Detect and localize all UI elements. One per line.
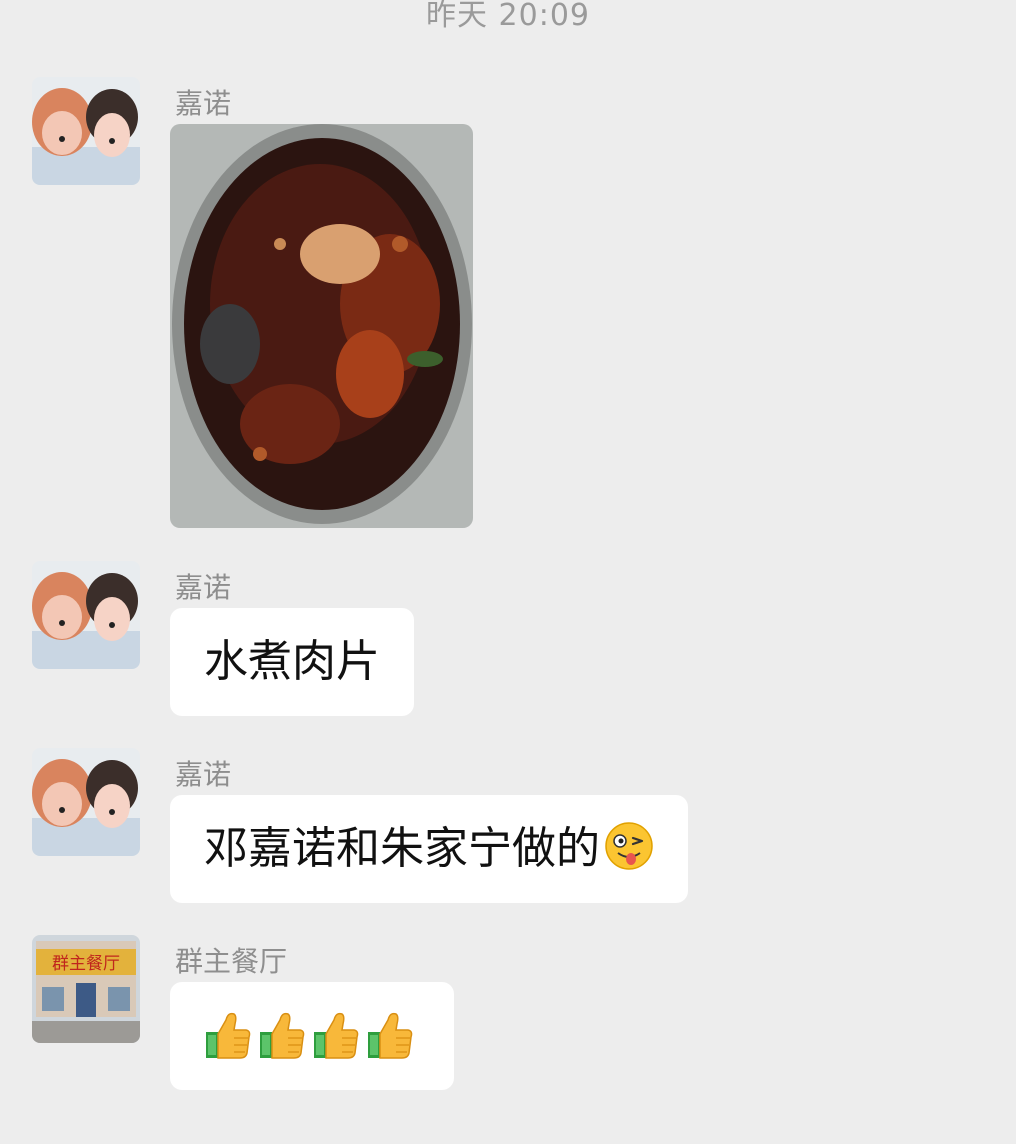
sender-name: 群主餐厅: [175, 945, 288, 978]
message-bubble[interactable]: [170, 982, 454, 1090]
thumbs-up-icon: [206, 1012, 251, 1059]
message-text: 水煮肉片: [204, 636, 380, 687]
thumbs-up-icon: [314, 1012, 359, 1059]
avatar[interactable]: 群主餐厅: [32, 935, 140, 1043]
thumbs-up-row: [204, 1010, 420, 1061]
avatar[interactable]: [32, 748, 140, 856]
chat-image-hotpot[interactable]: [170, 124, 473, 528]
avatar[interactable]: [32, 77, 140, 185]
chat-timestamp: 昨天 20:09: [426, 0, 590, 33]
sender-name: 嘉诺: [175, 758, 232, 791]
sender-name: 嘉诺: [175, 87, 232, 120]
wink-tongue-emoji-icon: [605, 822, 653, 870]
thumbs-up-icon: [368, 1012, 413, 1059]
message-bubble[interactable]: 邓嘉诺和朱家宁做的: [170, 795, 688, 903]
restaurant-sign-text: 群主餐厅: [52, 954, 120, 974]
message-bubble[interactable]: 水煮肉片: [170, 608, 414, 716]
message-text: 邓嘉诺和朱家宁做的: [204, 823, 600, 874]
avatar[interactable]: [32, 561, 140, 669]
sender-name: 嘉诺: [175, 571, 232, 604]
thumbs-up-icon: [260, 1012, 305, 1059]
